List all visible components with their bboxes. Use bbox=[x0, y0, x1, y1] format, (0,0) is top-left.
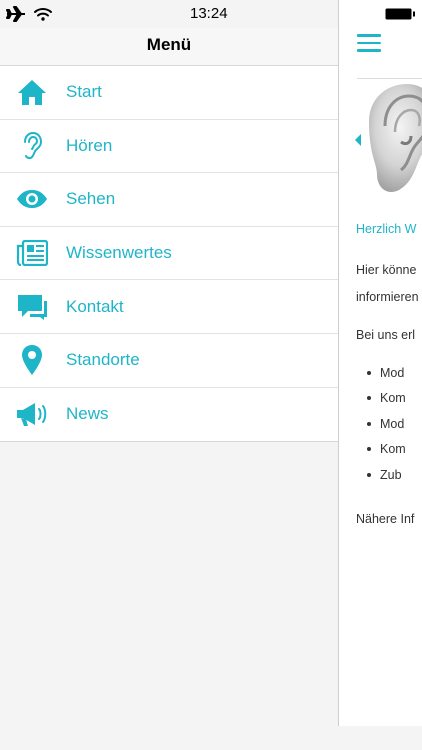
menu-item-sehen[interactable]: Sehen bbox=[0, 173, 338, 227]
list-item: Mod bbox=[367, 360, 406, 386]
menu-item-label: News bbox=[66, 404, 109, 424]
location-pin-icon bbox=[15, 343, 49, 377]
more-info-text: Nähere Inf bbox=[356, 512, 415, 526]
newspaper-icon bbox=[15, 236, 49, 270]
ear-photo bbox=[355, 82, 422, 194]
content-panel[interactable]: Herzlich W Hier könne informieren Bei un… bbox=[338, 0, 422, 726]
list-item: Mod bbox=[367, 411, 406, 437]
status-bar: 13:24 bbox=[0, 0, 422, 28]
offer-list: Mod Kom Mod Kom Zub bbox=[367, 360, 406, 488]
airplane-icon bbox=[6, 6, 25, 22]
welcome-heading: Herzlich W bbox=[356, 222, 417, 236]
ear-icon bbox=[15, 129, 49, 163]
offer-text: Bei uns erl bbox=[356, 328, 416, 342]
list-item: Kom bbox=[367, 437, 406, 463]
menu-item-start[interactable]: Start bbox=[0, 66, 338, 120]
status-left bbox=[6, 5, 52, 23]
menu-item-label: Kontakt bbox=[66, 296, 124, 316]
list-item: Kom bbox=[367, 386, 406, 412]
battery-icon bbox=[385, 8, 415, 20]
menu-item-label: Sehen bbox=[66, 189, 116, 209]
eye-icon bbox=[15, 182, 49, 216]
intro-text-line: Hier könne bbox=[356, 263, 417, 277]
menu-title: Menü bbox=[146, 35, 192, 54]
menu-list: Start Hören Sehen Wissenwertes Kontakt S… bbox=[0, 66, 338, 443]
content-divider bbox=[357, 78, 422, 79]
wifi-icon bbox=[34, 8, 52, 21]
list-item: Zub bbox=[367, 462, 406, 488]
menu-item-label: Hören bbox=[66, 135, 113, 155]
hamburger-menu-icon[interactable] bbox=[357, 34, 381, 52]
menu-item-hoeren[interactable]: Hören bbox=[0, 120, 338, 174]
menu-item-news[interactable]: News bbox=[0, 388, 338, 442]
menu-header: Menü bbox=[0, 28, 338, 66]
megaphone-icon bbox=[15, 397, 49, 431]
screen: Menü Start Hören Sehen Wissenwertes Kont… bbox=[0, 0, 422, 750]
menu-item-standorte[interactable]: Standorte bbox=[0, 334, 338, 388]
side-menu: Menü Start Hören Sehen Wissenwertes Kont… bbox=[0, 0, 338, 750]
menu-item-label: Start bbox=[66, 82, 102, 102]
status-time: 13:24 bbox=[190, 5, 228, 22]
menu-item-wissenwertes[interactable]: Wissenwertes bbox=[0, 227, 338, 281]
menu-item-kontakt[interactable]: Kontakt bbox=[0, 280, 338, 334]
menu-item-label: Wissenwertes bbox=[66, 243, 172, 263]
intro-text-line: informieren bbox=[356, 290, 419, 304]
chat-icon bbox=[15, 290, 49, 324]
home-icon bbox=[15, 75, 49, 109]
bottom-strip bbox=[338, 726, 422, 750]
menu-item-label: Standorte bbox=[66, 350, 140, 370]
